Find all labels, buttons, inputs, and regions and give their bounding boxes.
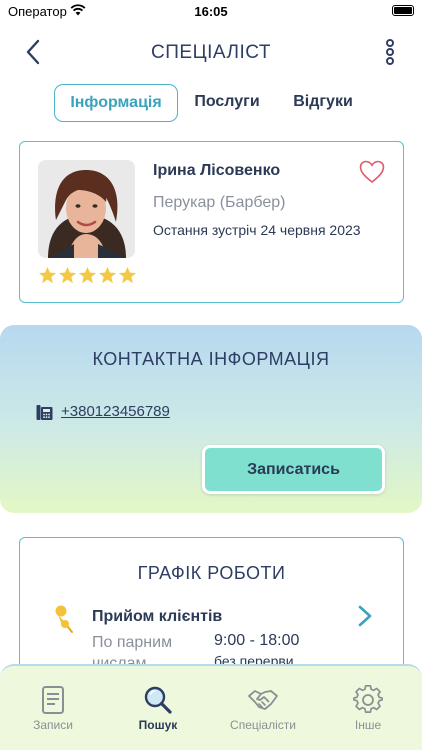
nav-item-records[interactable]: Записи [8,684,98,732]
nav-label-other: Інше [354,718,382,732]
tab-information[interactable]: Інформація [54,84,178,122]
specialist-name: Ірина Лісовенко [153,162,281,179]
schedule-heading: Прийом клієнтів [92,608,223,625]
search-icon [144,686,172,714]
specialist-card: Ірина Лісовенко Перукар (Барбер) Остання… [19,141,404,303]
status-bar: Оператор 16:05 [0,0,422,24]
schedule-title: ГРАФІК РОБОТИ [137,563,286,583]
phone-link[interactable]: +380123456789 [61,403,170,420]
star-icon [98,266,117,284]
pushpin-icon [55,605,73,633]
tab-reviews[interactable]: Відгуки [284,84,362,122]
nav-item-search[interactable]: Пошук [113,684,203,732]
document-icon [42,686,64,714]
specialist-role: Перукар (Барбер) [153,194,286,211]
more-vertical-icon[interactable] [382,38,398,66]
page-title: СПЕЦІАЛІСТ [151,42,271,63]
avatar [38,160,135,258]
star-icon [118,266,137,284]
phone-icon [36,405,53,420]
tab-services[interactable]: Послуги [186,84,268,122]
tab-bar: Інформація Послуги Відгуки [0,84,422,122]
star-icon [38,266,57,284]
star-icon [58,266,77,284]
clock: 16:05 [194,4,228,19]
nav-item-other[interactable]: Інше [323,684,413,732]
bottom-nav: Записи Пошук Спеціалісти Інше [0,664,422,750]
battery-icon [392,5,414,16]
handshake-icon [248,690,278,710]
contact-title: КОНТАКТНА ІНФОРМАЦІЯ [92,349,330,369]
contact-section: КОНТАКТНА ІНФОРМАЦІЯ +380123456789 Запис… [0,325,422,513]
nav-item-specialists[interactable]: Спеціалісти [218,684,308,732]
chevron-right-icon[interactable] [357,604,373,628]
nav-label-specialists: Спеціалісти [230,718,296,732]
rating-stars [38,266,137,285]
last-meeting: Остання зустріч 24 червня 2023 [153,222,361,238]
nav-label-search: Пошук [138,718,178,732]
book-button[interactable]: Записатись [202,445,385,494]
header: СПЕЦІАЛІСТ [0,30,422,74]
favorite-heart-icon[interactable] [359,160,385,184]
schedule-time: 9:00 - 18:00 [214,632,300,649]
star-icon [78,266,97,284]
nav-label-records: Записи [33,718,73,732]
gear-icon [353,684,383,713]
